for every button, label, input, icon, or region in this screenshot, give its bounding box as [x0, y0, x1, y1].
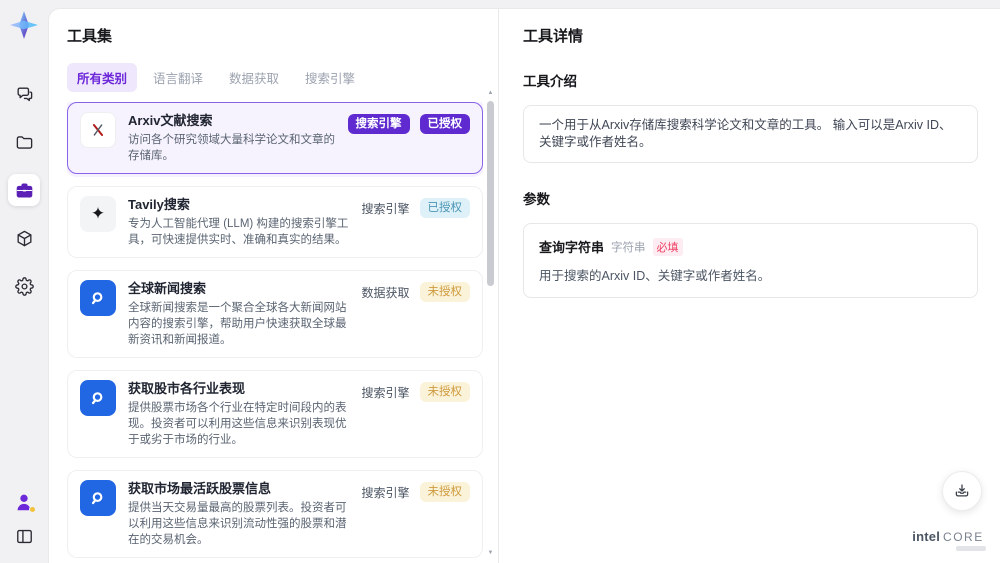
param-type: 字符串 [611, 241, 646, 254]
rail-bottom [13, 491, 36, 551]
param-head: 查询字符串 字符串 必填 [539, 237, 962, 256]
tool-card[interactable]: 获取股市各行业表现 提供股票市场各个行业在特定时间段内的表现。投资者可以利用这些… [67, 370, 483, 458]
tool-status-badge: 未授权 [419, 382, 470, 402]
star-tool-icon: ✦ [80, 196, 116, 232]
intro-box: 一个用于从Arxiv存储库搜索科学论文和文章的工具。 输入可以是Arxiv ID… [523, 105, 978, 163]
tool-name: Arxiv文献搜索 [128, 113, 213, 128]
blue-tool-icon [80, 280, 116, 316]
download-icon [955, 484, 969, 497]
tool-status-badge: 已授权 [419, 114, 470, 134]
intro-heading: 工具介绍 [523, 74, 577, 89]
param-box: 查询字符串 字符串 必填 用于搜索的Arxiv ID、关键字或作者姓名。 [523, 223, 978, 298]
tab-1[interactable]: 所有类别 [67, 63, 138, 92]
tool-name: 获取市场最活跃股票信息 [128, 481, 272, 496]
toolbox-icon[interactable] [8, 174, 40, 206]
rail-nav [8, 78, 40, 302]
tool-status-badge: 未授权 [419, 282, 470, 302]
left-rail [0, 0, 48, 563]
intel-core-logo: intel CORE [910, 530, 986, 551]
tool-card[interactable]: ✦ Tavily搜索 专为人工智能代理 (LLM) 构建的搜索引擎工具，可快速提… [67, 186, 483, 258]
settings-gear-icon[interactable] [8, 270, 40, 302]
collapse-sidebar-icon[interactable] [15, 527, 34, 551]
tool-description: 提供当天交易量最高的股票列表。投资者可以利用这些信息来识别流动性强的股票和潜在的… [128, 502, 347, 546]
tool-description: 提供股票市场各个行业在特定时间段内的表现。投资者可以利用这些信息来识别表现优于或… [128, 402, 347, 446]
tool-category-badge: 搜索引擎 [361, 485, 410, 500]
tab-2[interactable]: 语言翻译 [143, 63, 213, 92]
scroll-up-icon[interactable]: ▲ [488, 89, 494, 97]
app-logo-icon [9, 10, 39, 40]
tabs: 所有类别 语言翻译 数据获取 搜索引擎 [67, 63, 498, 92]
param-required-badge: 必填 [652, 237, 683, 256]
tool-name: 获取股市各行业表现 [128, 381, 246, 396]
tool-card[interactable]: 全球新闻搜索 全球新闻搜索是一个聚合全球各大新闻网站内容的搜索引擎，帮助用户快速… [67, 270, 483, 358]
cube-icon[interactable] [8, 222, 40, 254]
scrollbar-thumb[interactable] [487, 101, 494, 286]
page-title: 工具集 [67, 28, 113, 45]
chat-icon[interactable] [8, 78, 40, 110]
detail-section: 工具详情 工具介绍 一个用于从Arxiv存储库搜索科学论文和文章的工具。 输入可… [499, 9, 1000, 563]
param-name: 查询字符串 [539, 240, 605, 255]
tools-section: 工具集 所有类别 语言翻译 数据获取 搜索引擎 Arxiv文献搜索 访问各个研究领域大… [49, 9, 498, 563]
param-description: 用于搜索的Arxiv ID、关键字或作者姓名。 [539, 269, 771, 283]
params-heading: 参数 [523, 192, 550, 207]
blue-tool-icon [80, 480, 116, 516]
tool-card[interactable]: 获取市场最活跃股票信息 提供当天交易量最高的股票列表。投资者可以利用这些信息来识… [67, 470, 483, 558]
tool-category-badge: 搜索引擎 [347, 114, 410, 134]
tool-status-badge: 已授权 [419, 198, 470, 218]
tool-category-badge: 搜索引擎 [361, 385, 410, 400]
download-button[interactable] [942, 471, 982, 511]
scroll-down-icon[interactable]: ▼ [488, 549, 494, 557]
tab-4[interactable]: 搜索引擎 [295, 63, 365, 92]
tab-3[interactable]: 数据获取 [219, 63, 289, 92]
tool-list: Arxiv文献搜索 访问各个研究领域大量科学论文和文章的存储库。 搜索引擎 已授… [67, 102, 483, 563]
app-root: 工具集 所有类别 语言翻译 数据获取 搜索引擎 Arxiv文献搜索 访问各个研究领域大… [0, 0, 1000, 563]
user-avatar-icon[interactable] [13, 491, 36, 513]
tool-card[interactable]: Arxiv文献搜索 访问各个研究领域大量科学论文和文章的存储库。 搜索引擎 已授… [67, 102, 483, 174]
arxiv-tool-icon [80, 112, 116, 148]
tool-name: 全球新闻搜索 [128, 281, 207, 296]
blue-tool-icon [80, 380, 116, 416]
avatar-status-dot [29, 506, 36, 513]
tool-description: 访问各个研究领域大量科学论文和文章的存储库。 [128, 134, 335, 162]
tool-description: 全球新闻搜索是一个聚合全球各大新闻网站内容的搜索引擎，帮助用户快速获取全球最新资… [128, 302, 347, 346]
tool-category-badge: 搜索引擎 [361, 201, 410, 216]
tool-status-badge: 未授权 [419, 482, 470, 502]
list-scrollbar[interactable]: ▲ ▼ [486, 89, 495, 557]
intel-core-sub-badge [956, 546, 986, 551]
folder-icon[interactable] [8, 126, 40, 158]
main-panel: 工具集 所有类别 语言翻译 数据获取 搜索引擎 Arxiv文献搜索 访问各个研究领域大… [48, 8, 1000, 563]
tool-name: Tavily搜索 [128, 197, 190, 212]
detail-title: 工具详情 [523, 28, 584, 45]
tool-category-badge: 数据获取 [361, 285, 410, 300]
tool-description: 专为人工智能代理 (LLM) 构建的搜索引擎工具，可快速提供实时、准确和真实的结… [128, 218, 349, 246]
